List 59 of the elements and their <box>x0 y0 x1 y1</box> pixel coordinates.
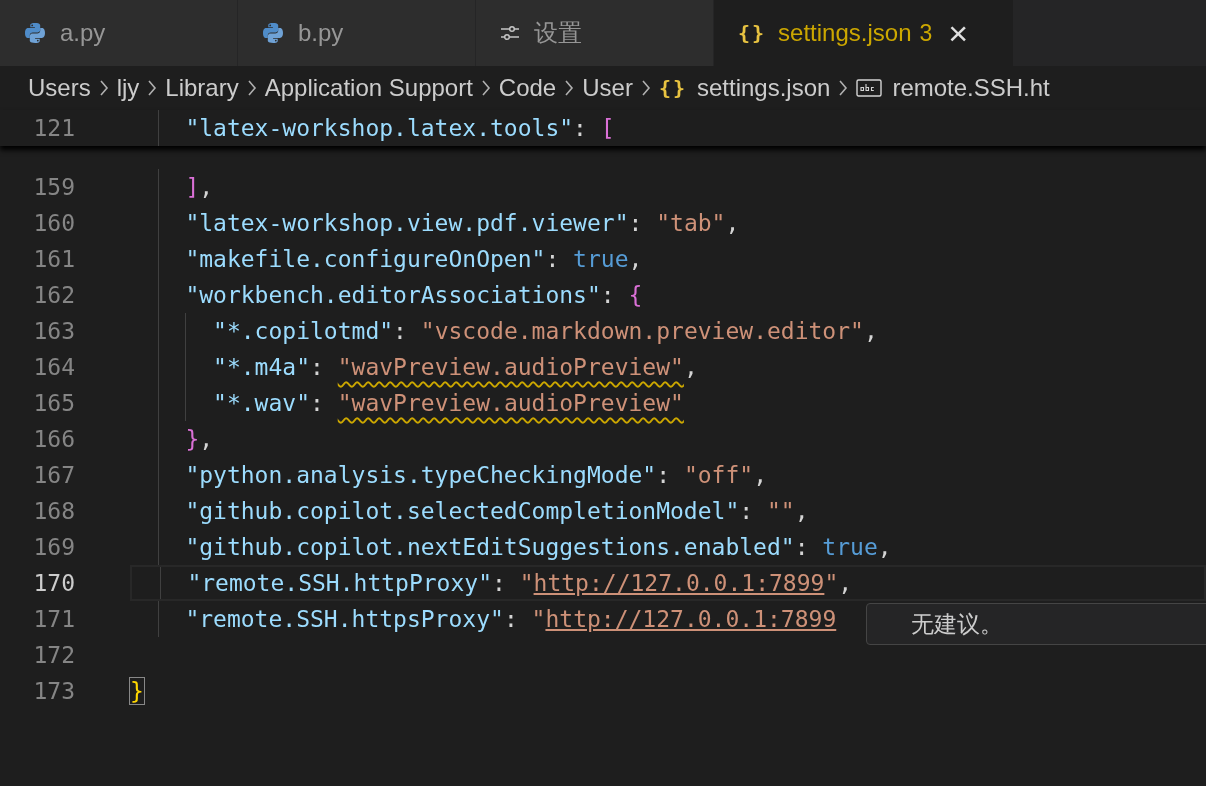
chevron-icon <box>246 79 257 97</box>
breadcrumb-item[interactable]: settings.json <box>697 74 831 102</box>
chevron-icon <box>838 79 849 97</box>
braces-icon: {} <box>738 21 767 45</box>
line-number: 165 <box>32 390 75 416</box>
line-number: 163 <box>32 318 75 344</box>
line-number: 121 <box>32 115 75 141</box>
breadcrumb-item[interactable]: remote.SSH.ht <box>892 74 1050 102</box>
code-line: "github.copilot.nextEditSuggestions.enabled": true, <box>185 534 892 560</box>
chevron-icon <box>640 79 651 97</box>
code-line: "makefile.configureOnOpen": true, <box>185 246 643 272</box>
line-number: 161 <box>32 246 75 272</box>
string-icon <box>856 78 883 98</box>
code-line: "python.analysis.typeCheckingMode": "off", <box>185 462 767 488</box>
chevron-icon <box>564 79 575 97</box>
problem-count: 3 <box>919 19 933 47</box>
code-line: "*.copilotmd": "vscode.markdown.preview.editor", <box>213 318 878 344</box>
line-number: 160 <box>32 210 75 236</box>
code-line: "*.wav": "wavPreview.audioPreview" <box>213 390 684 416</box>
breadcrumb-item[interactable]: ljy <box>116 74 140 102</box>
code-line: "latex-workshop.view.pdf.viewer": "tab", <box>185 210 740 236</box>
breadcrumb-item[interactable]: Code <box>498 74 557 102</box>
code-line: } <box>130 678 144 704</box>
line-number: 164 <box>32 354 75 380</box>
code-line: "github.copilot.selectedCompletionModel": "", <box>185 498 809 524</box>
editor-tab[interactable]: {} settings.json 3 × <box>714 0 1014 66</box>
code-line: }, <box>185 426 214 452</box>
close-icon[interactable]: × <box>948 16 969 50</box>
chevron-icon <box>480 79 491 97</box>
line-number: 170 <box>32 570 75 596</box>
code-line: "latex-workshop.latex.tools": [ <box>185 115 615 141</box>
code-line: "workbench.editorAssociations": { <box>185 282 643 308</box>
breadcrumb-item[interactable]: User <box>582 74 633 102</box>
line-number: 173 <box>32 678 75 704</box>
braces-icon: {} <box>658 76 687 100</box>
editor-tab[interactable]: a.py <box>0 0 238 66</box>
code-line: "remote.SSH.httpProxy": "http://127.0.0.1:7899", <box>187 570 853 596</box>
line-number: 172 <box>32 642 75 668</box>
settings-icon <box>500 24 520 42</box>
line-number: 169 <box>32 534 75 560</box>
line-number: 159 <box>32 174 75 200</box>
line-number: 166 <box>32 426 75 452</box>
python-icon <box>24 22 46 44</box>
line-number: 168 <box>32 498 75 524</box>
line-number: 162 <box>32 282 75 308</box>
suggestion-message: 无建议。 <box>911 609 1003 639</box>
editor-tab[interactable]: b.py <box>238 0 476 66</box>
code-line: ], <box>185 174 214 200</box>
code-line: "remote.SSH.httpsProxy": "http://127.0.0.1:7899 <box>185 606 837 632</box>
line-number: 171 <box>32 606 75 632</box>
breadcrumb-item[interactable]: Users <box>28 74 91 102</box>
line-number: 167 <box>32 462 75 488</box>
code-line: "*.m4a": "wavPreview.audioPreview", <box>213 354 698 380</box>
chevron-icon <box>98 79 109 97</box>
chevron-icon <box>147 79 158 97</box>
breadcrumb-item[interactable]: Library <box>165 74 239 102</box>
breadcrumb-item[interactable]: Application Support <box>264 74 473 102</box>
python-icon <box>262 22 284 44</box>
editor-tab[interactable]: 设置 <box>476 0 714 66</box>
